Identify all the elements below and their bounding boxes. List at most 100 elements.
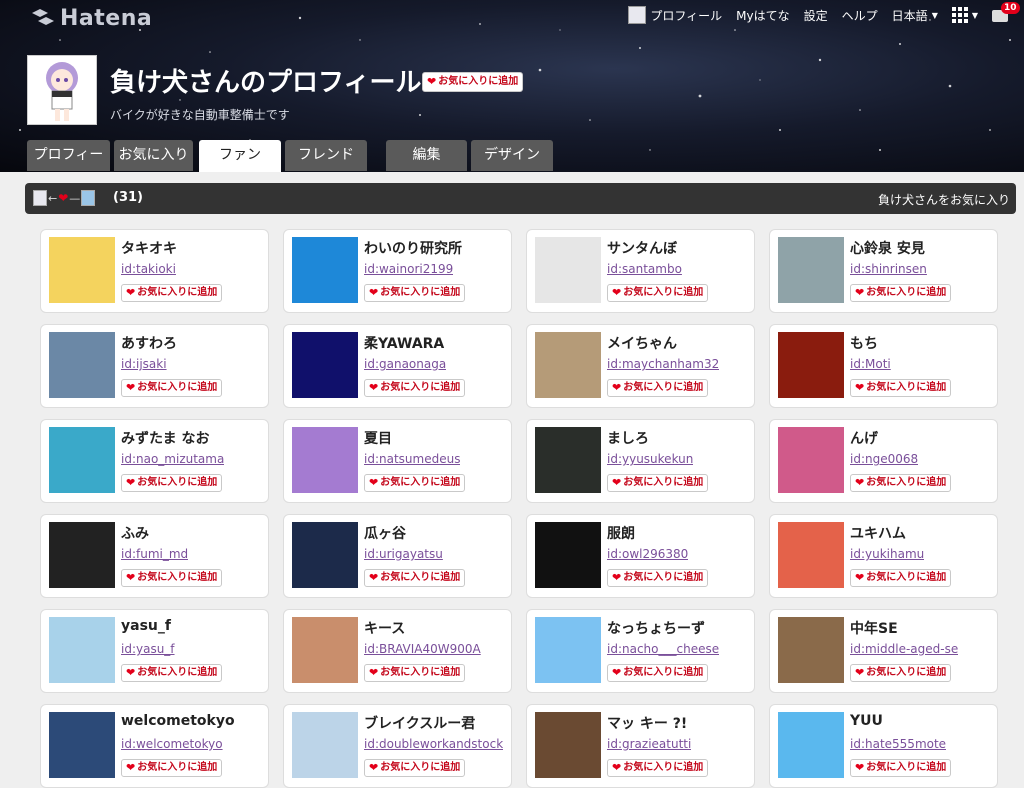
fan-avatar[interactable]: [292, 237, 358, 303]
fan-id-link[interactable]: id:nao_mizutama: [121, 452, 224, 466]
fan-avatar[interactable]: [49, 617, 115, 683]
fan-avatar[interactable]: [778, 712, 844, 778]
add-favorite-button[interactable]: ❤ お気に入りに追加: [607, 474, 709, 492]
fan-name[interactable]: キース: [364, 618, 405, 638]
fan-id-link[interactable]: id:grazieatutti: [607, 737, 691, 751]
add-favorite-button[interactable]: ❤ お気に入りに追加: [422, 72, 524, 92]
fan-id-link[interactable]: id:doubleworkandstock: [364, 737, 503, 751]
add-favorite-button[interactable]: ❤ お気に入りに追加: [364, 759, 466, 777]
fan-id-link[interactable]: id:ijsaki: [121, 357, 167, 371]
apps-menu-button[interactable]: ▼: [951, 7, 978, 23]
fan-avatar[interactable]: [292, 712, 358, 778]
fan-avatar[interactable]: [49, 332, 115, 398]
fan-id-link[interactable]: id:ganaonaga: [364, 357, 446, 371]
add-favorite-button[interactable]: ❤ お気に入りに追加: [850, 284, 952, 302]
fan-id-link[interactable]: id:nacho___cheese: [607, 642, 719, 656]
fan-id-link[interactable]: id:shinrinsen: [850, 262, 927, 276]
tab-friends[interactable]: フレンド: [285, 140, 367, 171]
fan-id-link[interactable]: id:yukihamu: [850, 547, 924, 561]
favorited-by-link[interactable]: 負け犬さんをお気に入り: [878, 191, 1010, 208]
fan-avatar[interactable]: [292, 617, 358, 683]
fan-id-link[interactable]: id:yyusukekun: [607, 452, 693, 466]
tab-profile[interactable]: プロフィール: [27, 140, 110, 171]
add-favorite-button[interactable]: ❤ お気に入りに追加: [607, 759, 709, 777]
fan-id-link[interactable]: id:owl296380: [607, 547, 688, 561]
hatena-logo[interactable]: Hatena: [30, 6, 152, 31]
fan-id-link[interactable]: id:takioki: [121, 262, 176, 276]
fan-name[interactable]: 瓜ヶ谷: [364, 523, 406, 543]
fan-name[interactable]: わいのり研究所: [364, 238, 462, 258]
fan-id-link[interactable]: id:welcometokyo: [121, 737, 223, 751]
add-favorite-button[interactable]: ❤ お気に入りに追加: [121, 379, 223, 397]
fan-id-link[interactable]: id:santambo: [607, 262, 682, 276]
add-favorite-button[interactable]: ❤ お気に入りに追加: [121, 759, 223, 777]
fan-name[interactable]: もち: [850, 333, 878, 353]
add-favorite-button[interactable]: ❤ お気に入りに追加: [850, 569, 952, 587]
fan-avatar[interactable]: [49, 712, 115, 778]
fan-id-link[interactable]: id:natsumedeus: [364, 452, 460, 466]
fan-id-link[interactable]: id:nge0068: [850, 452, 918, 466]
fan-name[interactable]: マッ キー ?!: [607, 713, 687, 733]
fan-name[interactable]: 服朗: [607, 523, 635, 543]
add-favorite-button[interactable]: ❤ お気に入りに追加: [364, 664, 466, 682]
fan-name[interactable]: あすわろ: [121, 333, 177, 353]
fan-name[interactable]: 中年SE: [850, 618, 898, 638]
fan-id-link[interactable]: id:BRAVIA40W900A: [364, 642, 481, 656]
add-favorite-button[interactable]: ❤ お気に入りに追加: [121, 474, 223, 492]
profile-avatar[interactable]: [27, 55, 97, 125]
fan-avatar[interactable]: [49, 427, 115, 493]
fan-name[interactable]: 心鈴泉 安見: [850, 238, 925, 258]
fan-name[interactable]: ブレイクスルー君: [364, 713, 475, 733]
fan-avatar[interactable]: [778, 427, 844, 493]
nav-help-link[interactable]: ヘルプ: [842, 7, 878, 24]
fan-name[interactable]: サンタんぼ: [607, 238, 677, 258]
fan-avatar[interactable]: [778, 332, 844, 398]
tab-favorites[interactable]: お気に入り: [114, 140, 193, 171]
fan-name[interactable]: yasu_f: [121, 618, 171, 634]
add-favorite-button[interactable]: ❤ お気に入りに追加: [607, 379, 709, 397]
add-favorite-button[interactable]: ❤ お気に入りに追加: [850, 474, 952, 492]
tab-edit[interactable]: 編集: [386, 140, 467, 171]
add-favorite-button[interactable]: ❤ お気に入りに追加: [607, 664, 709, 682]
fan-avatar[interactable]: [778, 522, 844, 588]
add-favorite-button[interactable]: ❤ お気に入りに追加: [121, 284, 223, 302]
notifications-button[interactable]: 10: [992, 2, 1020, 24]
add-favorite-button[interactable]: ❤ お気に入りに追加: [607, 569, 709, 587]
fan-name[interactable]: 柔YAWARA: [364, 333, 444, 353]
add-favorite-button[interactable]: ❤ お気に入りに追加: [850, 759, 952, 777]
nav-settings-link[interactable]: 設定: [804, 7, 828, 24]
fan-id-link[interactable]: id:yasu_f: [121, 642, 175, 656]
fan-name[interactable]: タキオキ: [121, 238, 177, 258]
add-favorite-button[interactable]: ❤ お気に入りに追加: [364, 379, 466, 397]
fan-avatar[interactable]: [535, 617, 601, 683]
fan-id-link[interactable]: id:hate555mote: [850, 737, 946, 751]
fan-id-link[interactable]: id:fumi_md: [121, 547, 188, 561]
fan-avatar[interactable]: [49, 237, 115, 303]
fan-id-link[interactable]: id:Moti: [850, 357, 891, 371]
fan-name[interactable]: みずたま なお: [121, 428, 209, 448]
fan-name[interactable]: メイちゃん: [607, 333, 677, 353]
nav-my-hatena-link[interactable]: Myはてな: [736, 7, 789, 24]
fan-name[interactable]: YUU: [850, 713, 883, 729]
fan-name[interactable]: ましろ: [607, 428, 649, 448]
fan-avatar[interactable]: [535, 427, 601, 493]
language-dropdown[interactable]: 日本語 ▼: [892, 7, 938, 24]
fan-name[interactable]: んげ: [850, 428, 878, 448]
fan-avatar[interactable]: [535, 522, 601, 588]
nav-profile-link[interactable]: プロフィール: [628, 6, 722, 24]
fan-avatar[interactable]: [292, 522, 358, 588]
add-favorite-button[interactable]: ❤ お気に入りに追加: [850, 664, 952, 682]
fan-id-link[interactable]: id:middle-aged-se: [850, 642, 958, 656]
add-favorite-button[interactable]: ❤ お気に入りに追加: [121, 664, 223, 682]
fan-avatar[interactable]: [535, 237, 601, 303]
fan-id-link[interactable]: id:urigayatsu: [364, 547, 443, 561]
tab-design[interactable]: デザイン: [471, 140, 553, 171]
add-favorite-button[interactable]: ❤ お気に入りに追加: [607, 284, 709, 302]
add-favorite-button[interactable]: ❤ お気に入りに追加: [121, 569, 223, 587]
fan-avatar[interactable]: [292, 332, 358, 398]
fan-name[interactable]: ふみ: [121, 523, 149, 543]
fan-name[interactable]: ユキハム: [850, 523, 906, 543]
fan-id-link[interactable]: id:maychanham32: [607, 357, 719, 371]
fan-avatar[interactable]: [535, 712, 601, 778]
fan-id-link[interactable]: id:wainori2199: [364, 262, 453, 276]
